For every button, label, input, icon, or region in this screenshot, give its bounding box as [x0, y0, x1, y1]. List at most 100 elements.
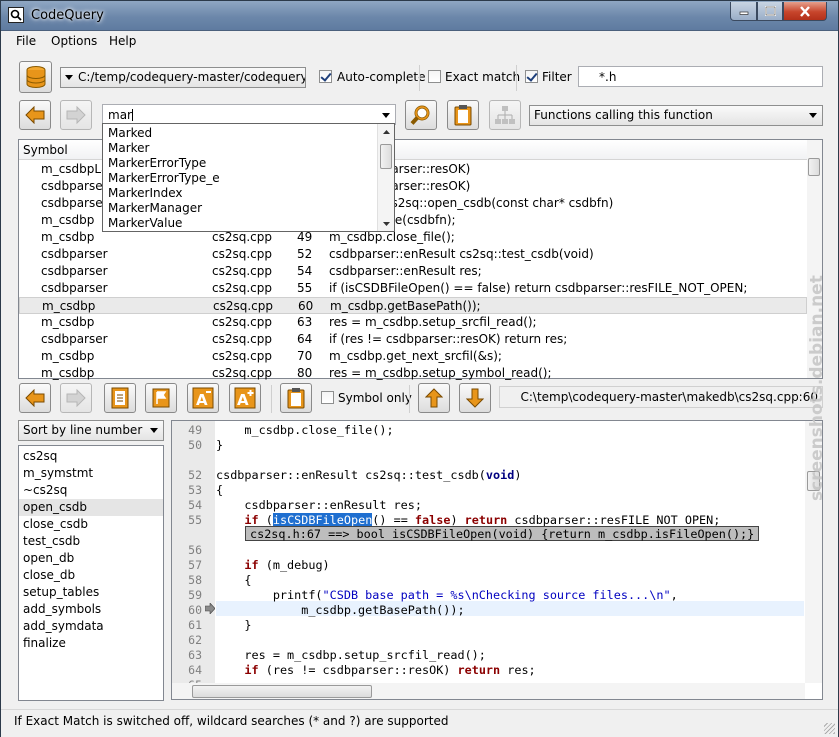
prev-file-button[interactable]: [19, 383, 51, 413]
cell-line: 52: [297, 247, 313, 261]
scroll-up-icon[interactable]: [379, 127, 394, 137]
autocomplete-item[interactable]: MarkerErrorType_e: [108, 171, 220, 185]
editor-hscroll[interactable]: [172, 683, 805, 699]
scroll-up-button[interactable]: [418, 383, 450, 413]
line-number: 58: [188, 573, 202, 587]
table-row[interactable]: csdbparser cs2sq.cpp 52 csdbparser::enResul…: [19, 246, 807, 263]
cell-file: cs2sq.cpp: [212, 247, 272, 261]
popup-scrollbar[interactable]: [377, 124, 394, 231]
back-button[interactable]: [19, 100, 51, 130]
scroll-thumb[interactable]: [380, 144, 392, 169]
database-icon: [26, 66, 45, 88]
code-editor[interactable]: 49505253545556575859606162636465 m_csdbp…: [171, 420, 823, 700]
search-input[interactable]: mar: [102, 104, 396, 125]
scroll-down-icon[interactable]: [379, 219, 394, 229]
code-line: }: [216, 438, 224, 452]
title-bar[interactable]: CodeQuery: [1, 1, 838, 31]
scroll-thumb[interactable]: [192, 685, 372, 698]
close-button[interactable]: [783, 2, 827, 21]
list-item[interactable]: close_csdb: [19, 516, 163, 533]
autocomplete-checkbox[interactable]: [319, 70, 332, 83]
list-item[interactable]: m_symstmt: [19, 465, 163, 482]
cell-preview: res = m_csdbp.setup_srcfil_read();: [329, 315, 537, 329]
line-number: 57: [188, 558, 202, 572]
cell-file: cs2sq.cpp: [212, 366, 272, 380]
maximize-button[interactable]: [757, 2, 783, 21]
table-row[interactable]: m_csdbp cs2sq.cpp 80 res = m_csdbp.setup_sy…: [19, 365, 807, 382]
list-item[interactable]: setup_tables: [19, 584, 163, 601]
code-line: if (res != csdbparser::resOK) return res…: [244, 663, 536, 677]
line-number: 61: [188, 618, 202, 632]
exact-match-checkbox[interactable]: [428, 70, 441, 83]
code-line: m_csdbp.close_file();: [216, 423, 394, 437]
chevron-down-icon[interactable]: [382, 113, 390, 118]
chevron-down-icon: [65, 75, 73, 80]
table-row[interactable]: csdbparser cs2sq.cpp 54 csdbparser::enResul…: [19, 263, 807, 280]
status-text: If Exact Match is switched off, wildcard…: [14, 714, 449, 728]
table-row[interactable]: m_csdbp cs2sq.cpp 60 m_csdbp.getBasePath())…: [19, 297, 807, 314]
sort-select[interactable]: Sort by line number: [18, 420, 164, 441]
decrease-font-button[interactable]: A: [187, 383, 219, 413]
list-item[interactable]: open_db: [19, 550, 163, 567]
next-file-button[interactable]: [60, 383, 92, 413]
autocomplete-item[interactable]: MarkerIndex: [108, 186, 183, 200]
autocomplete-item[interactable]: Marker: [108, 141, 149, 155]
copy-path-button[interactable]: [280, 383, 312, 413]
table-row[interactable]: m_csdbp cs2sq.cpp 63 res = m_csdbp.setup_sr…: [19, 314, 807, 331]
scroll-down-button[interactable]: [459, 383, 491, 413]
list-item[interactable]: finalize: [19, 635, 163, 652]
table-row[interactable]: csdbparser cs2sq.cpp 55 if (isCSDBFileOpen(…: [19, 280, 807, 297]
search-icon: [410, 105, 430, 125]
cell-line: 60: [298, 299, 314, 313]
query-type-select[interactable]: Functions calling this function: [529, 105, 823, 126]
goto-line-button[interactable]: [145, 383, 177, 413]
forward-button[interactable]: [60, 100, 92, 130]
list-item[interactable]: test_csdb: [19, 533, 163, 550]
column-header-symbol[interactable]: Symbol: [23, 143, 68, 157]
open-database-button[interactable]: [19, 61, 52, 93]
table-row[interactable]: m_csdbp cs2sq.cpp 70 m_csdbp.get_next_srcfi…: [19, 348, 807, 365]
autocomplete-item[interactable]: MarkerManager: [108, 201, 202, 215]
autocomplete-item[interactable]: MarkerValue: [108, 216, 182, 230]
list-item[interactable]: add_symbols: [19, 601, 163, 618]
symbol-only-checkbox[interactable]: [321, 391, 334, 404]
cell-file: cs2sq.cpp: [212, 315, 272, 329]
svg-text:A: A: [237, 391, 249, 409]
list-item[interactable]: close_db: [19, 567, 163, 584]
menu-file[interactable]: File: [16, 34, 36, 48]
cell-preview: m_csdbp.close_file();: [329, 230, 455, 244]
menu-options[interactable]: Options: [51, 34, 97, 48]
increase-font-button[interactable]: A: [229, 383, 261, 413]
window-title: CodeQuery: [31, 8, 104, 23]
minimize-button[interactable]: [730, 2, 757, 21]
cell-symbol: csdbparser: [41, 332, 108, 346]
database-select[interactable]: C:/temp/codequery-master/codequery-src.d…: [60, 67, 306, 88]
sort-value: Sort by line number: [23, 423, 143, 437]
graph-button[interactable]: [489, 100, 521, 130]
resize-grip[interactable]: [824, 723, 835, 734]
filter-label: Filter: [542, 70, 572, 84]
autocomplete-item[interactable]: Marked: [108, 126, 152, 140]
cell-file: cs2sq.cpp: [212, 332, 272, 346]
current-line-arrow-icon: [205, 603, 215, 614]
cell-line: 64: [297, 332, 313, 346]
search-button[interactable]: [405, 100, 437, 130]
list-item[interactable]: open_csdb: [19, 499, 163, 516]
filter-checkbox[interactable]: [525, 70, 538, 83]
current-file-path: C:\temp\codequery-master\makedb\cs2sq.cp…: [499, 386, 823, 408]
list-item[interactable]: cs2sq: [19, 448, 163, 465]
table-row[interactable]: csdbparser cs2sq.cpp 64 if (res != csdbpars…: [19, 331, 807, 348]
autocomplete-item[interactable]: MarkerErrorType: [108, 156, 206, 170]
toolbar-separator: [419, 65, 420, 91]
scroll-thumb[interactable]: [808, 158, 820, 176]
list-item[interactable]: add_symdata: [19, 618, 163, 635]
filter-input[interactable]: *.h: [578, 66, 823, 87]
menu-help[interactable]: Help: [109, 34, 136, 48]
arrow-right-icon: [66, 106, 86, 124]
list-item[interactable]: ~cs2sq: [19, 482, 163, 499]
cell-line: 49: [297, 230, 313, 244]
clipboard-button[interactable]: [447, 100, 479, 130]
status-bar: If Exact Match is switched off, wildcard…: [1, 709, 838, 737]
open-in-editor-button[interactable]: [104, 383, 136, 413]
clipboard-icon: [454, 105, 472, 126]
